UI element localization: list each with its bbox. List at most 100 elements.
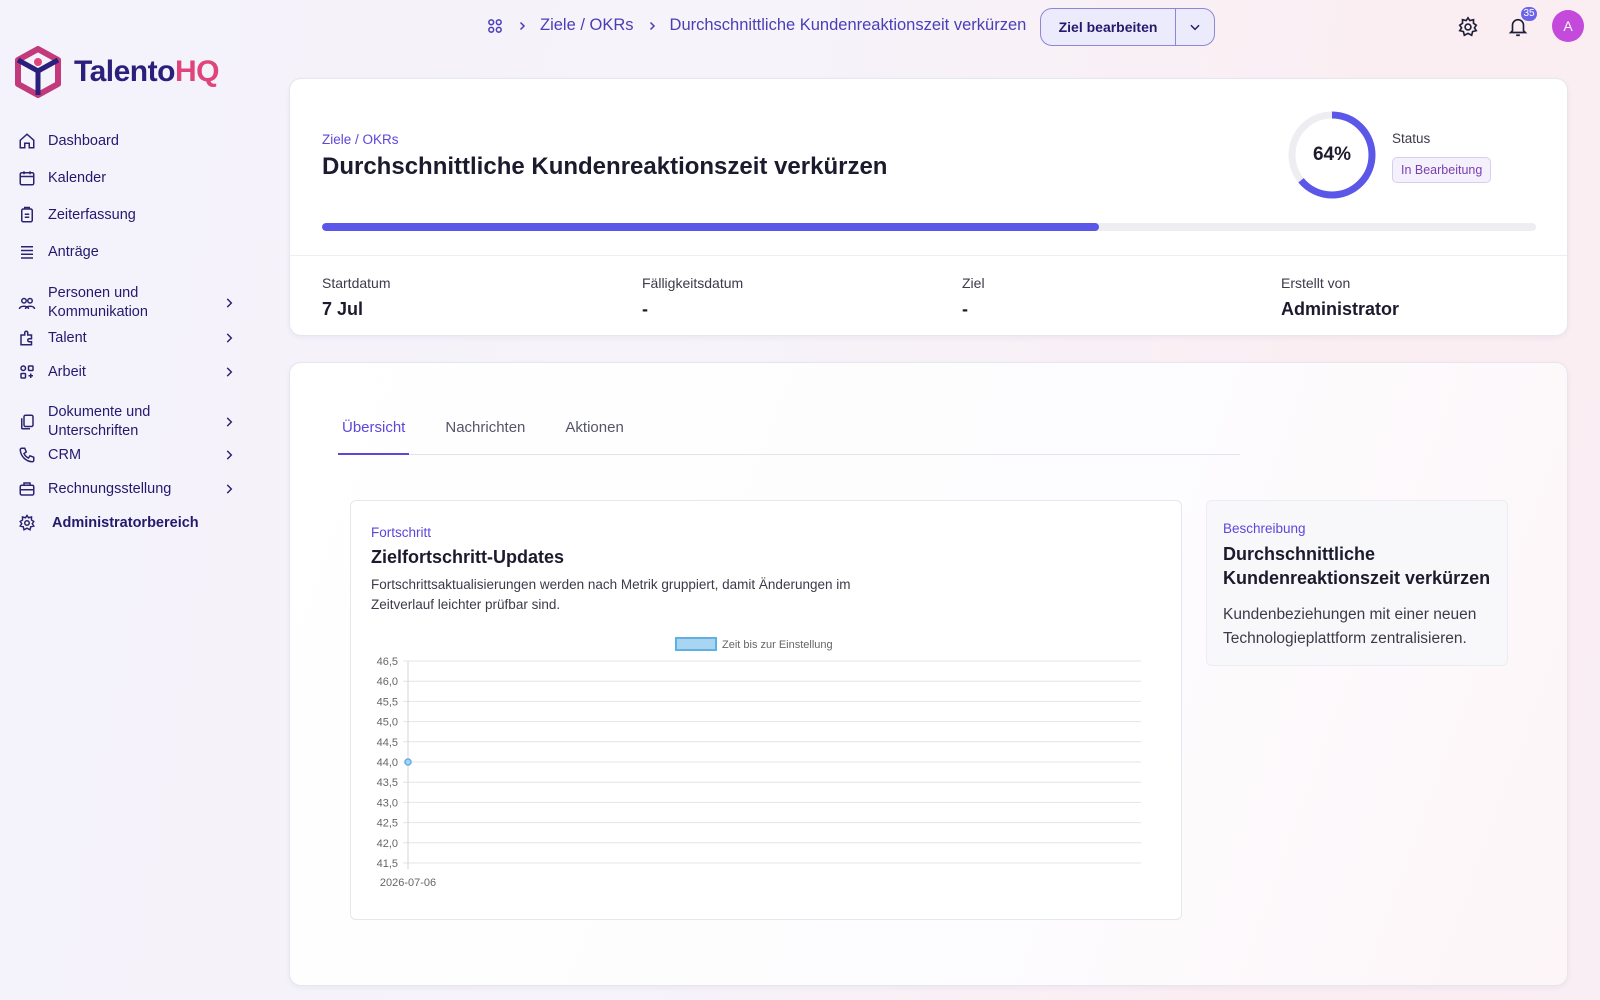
goal-header-card: Ziele / OKRs Durchschnittliche Kundenrea… [289, 78, 1568, 336]
sidebar-item-label: Administratorbereich [52, 514, 199, 531]
sidebar: TalentoHQ Dashboard Kalender Zeiterfassu… [0, 0, 260, 1000]
progress-bar-fill [322, 223, 1099, 231]
chevron-right-icon [516, 20, 528, 32]
progress-chart: 46,5 46,0 45,5 45,0 44,5 44,0 43,5 43,0 42,5 42,0… [377, 637, 1141, 889]
meta-value: 7 Jul [322, 299, 364, 319]
sidebar-item-zeiterfassung[interactable]: Zeiterfassung [16, 204, 136, 226]
sidebar-item-dokumente[interactable]: Dokumente und Unterschriften [16, 403, 246, 441]
sidebar-item-rechnungsstellung[interactable]: Rechnungsstellung [16, 478, 246, 500]
meta-start-date: Startdatum 7 Jul [322, 275, 390, 320]
sidebar-item-kalender[interactable]: Kalender [16, 167, 106, 189]
breadcrumb-link[interactable]: Ziele / OKRs [540, 16, 634, 35]
documents-icon [16, 411, 38, 433]
meta-target: Ziel - [962, 275, 985, 320]
home-icon [16, 130, 38, 152]
chart-y-tick-label: 42,5 [377, 818, 398, 830]
chart-data-point [404, 758, 412, 766]
meta-created-by: Erstellt von Administrator [1281, 275, 1399, 320]
page-title: Durchschnittliche Kundenreaktionszeit ve… [322, 153, 888, 180]
tab-aktionen[interactable]: Aktionen [561, 403, 627, 451]
people-icon [16, 292, 38, 314]
sidebar-item-arbeit[interactable]: Arbeit [16, 361, 246, 383]
logo-text: TalentoHQ [74, 55, 219, 88]
meta-value: - [642, 299, 648, 319]
sidebar-item-label: Talent [48, 329, 87, 346]
chart-y-tick-label: 45,5 [377, 696, 398, 708]
sidebar-item-label: Dashboard [48, 132, 119, 149]
chevron-right-icon [222, 331, 236, 349]
notifications-button[interactable]: 35 [1505, 7, 1537, 40]
tab-nachrichten[interactable]: Nachrichten [441, 403, 529, 451]
sidebar-item-administratorbereich[interactable]: Administratorbereich [16, 512, 199, 534]
edit-dropdown-button[interactable] [1175, 9, 1214, 45]
briefcase-icon [16, 478, 38, 500]
puzzle-icon [16, 327, 38, 349]
meta-value: Administrator [1281, 299, 1400, 319]
progress-percent: 64% [1312, 144, 1352, 165]
sidebar-item-label: Personen und Kommunikation [48, 285, 148, 320]
sidebar-item-label: Arbeit [48, 363, 86, 380]
sidebar-item-dashboard[interactable]: Dashboard [16, 130, 119, 152]
chart-y-tick-label: 45,0 [377, 717, 398, 729]
meta-label: Fälligkeitsdatum [642, 275, 744, 291]
meta-label: Ziel [962, 275, 985, 291]
chart-y-tick-label: 46,0 [377, 676, 398, 688]
chart-legend-label: Zeit bis zur Einstellung [722, 639, 833, 651]
sidebar-item-personen[interactable]: Personen und Kommunikation [16, 284, 246, 322]
meta-label: Startdatum [322, 275, 391, 291]
chevron-right-icon [222, 415, 236, 433]
tab-uebersicht[interactable]: Übersicht [338, 403, 410, 455]
chevron-right-icon [222, 365, 236, 383]
meta-label: Erstellt von [1281, 275, 1351, 291]
sidebar-item-crm[interactable]: CRM [16, 444, 246, 466]
sidebar-item-label: Zeiterfassung [48, 206, 136, 223]
sidebar-item-label: Anträge [48, 243, 99, 260]
gear-icon [16, 512, 38, 534]
chevron-right-icon [222, 296, 236, 314]
chart-x-tick-label: 2026-07-06 [380, 877, 436, 889]
status-badge: In Bearbeitung [1392, 157, 1492, 183]
chart-y-tick-label: 41,5 [377, 858, 398, 870]
apps-icon [16, 361, 38, 383]
divider [290, 255, 1567, 256]
chevron-right-icon [646, 20, 658, 32]
chart-y-tick-label: 42,0 [377, 838, 398, 850]
meta-due-date: Fälligkeitsdatum - [642, 275, 743, 320]
chart-y-tick-label: 43,5 [377, 777, 398, 789]
chevron-right-icon [222, 482, 236, 500]
avatar[interactable]: A [1552, 10, 1584, 42]
clipboard-icon [16, 204, 38, 226]
logo-icon [15, 46, 61, 98]
description-eyebrow: Beschreibung [1223, 521, 1306, 536]
sidebar-item-label: Dokumente und Unterschriften [48, 404, 151, 439]
progress-chart-card: Fortschritt Zielfortschritt-Updates Fort… [350, 500, 1182, 920]
apps-grid-icon[interactable] [486, 17, 504, 35]
chart-y-tick-label: 44,0 [377, 757, 398, 769]
progress-bar [322, 223, 1536, 231]
sidebar-item-antraege[interactable]: Anträge [16, 241, 99, 263]
edit-button-group: Ziel bearbeiten [1040, 8, 1215, 46]
chart-y-tick-label: 43,0 [377, 797, 398, 809]
phone-icon [16, 444, 38, 466]
status-label: Status [1392, 131, 1431, 146]
description-text: Kundenbeziehungen mit einer neuen Techno… [1223, 606, 1477, 647]
description-card: Beschreibung Durchschnittliche Kundenrea… [1206, 500, 1508, 666]
chart-y-tick-label: 44,5 [377, 737, 398, 749]
list-icon [16, 241, 38, 263]
chart-legend-swatch [675, 637, 717, 651]
sidebar-item-label: Rechnungsstellung [48, 480, 172, 497]
goal-content-card: Übersicht Nachrichten Aktionen Fortschri… [289, 362, 1568, 986]
chart-y-tick-label: 46,5 [377, 656, 398, 668]
chevron-right-icon [222, 448, 236, 466]
settings-icon[interactable] [1455, 14, 1481, 40]
sidebar-item-label: Kalender [48, 169, 107, 186]
description-title: Durchschnittliche Kundenreaktionszeit ve… [1223, 544, 1491, 588]
sidebar-item-talent[interactable]: Talent [16, 327, 246, 349]
breadcrumb: Ziele / OKRs Durchschnittliche Kundenrea… [486, 16, 1026, 35]
edit-goal-button[interactable]: Ziel bearbeiten [1041, 9, 1175, 45]
logo[interactable]: TalentoHQ [14, 46, 219, 98]
meta-value: - [962, 299, 968, 319]
sidebar-item-label: CRM [48, 446, 82, 463]
notification-badge: 35 [1521, 7, 1537, 21]
tab-bar: Übersicht Nachrichten Aktionen [338, 407, 1240, 455]
